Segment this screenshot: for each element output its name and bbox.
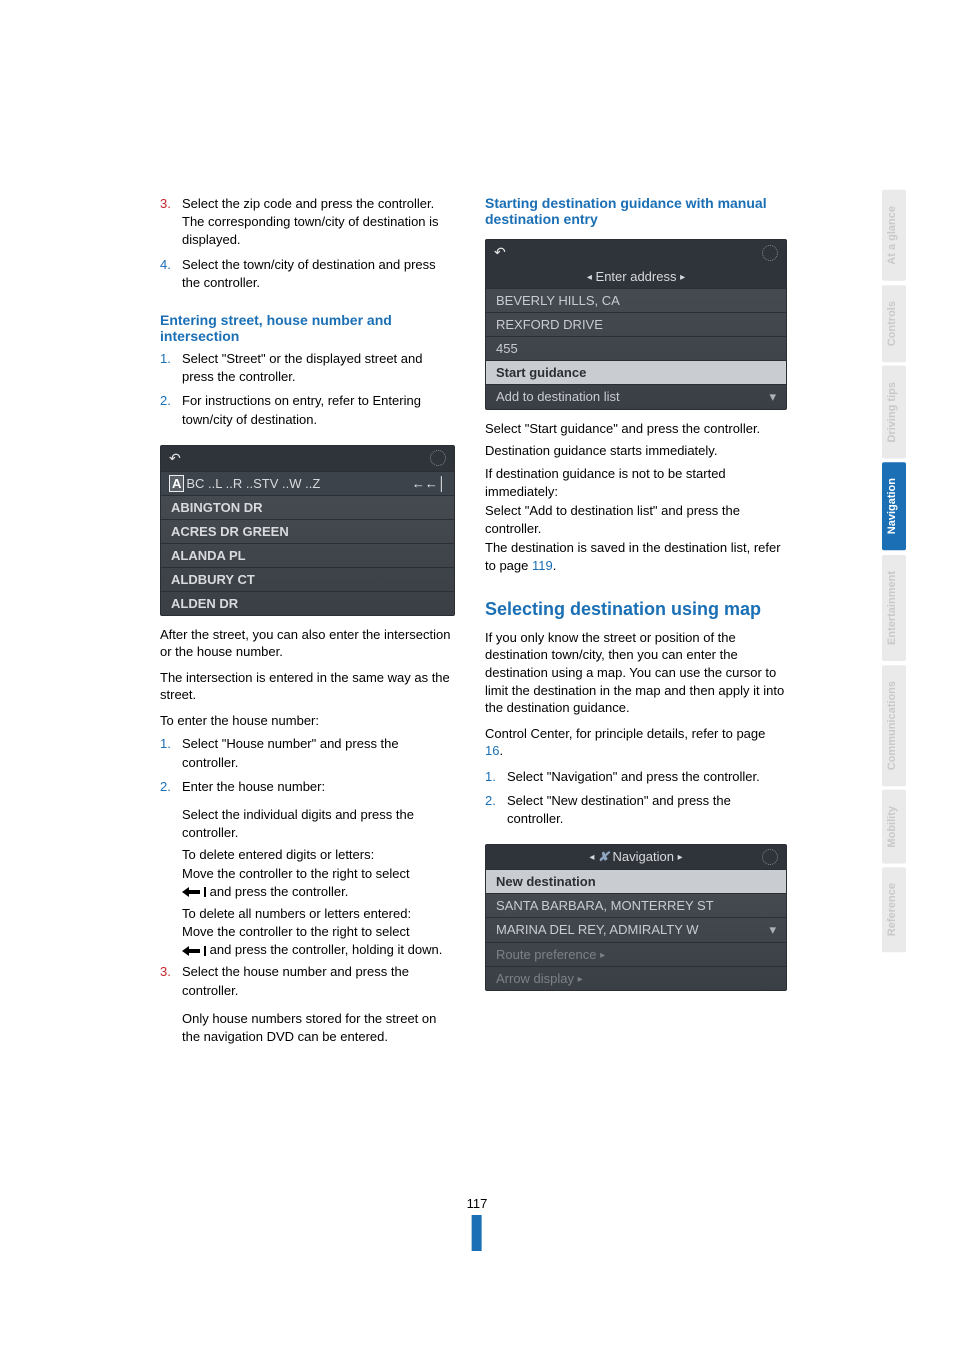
back-icon: ↶ xyxy=(494,244,510,261)
page-link[interactable]: 16 xyxy=(485,743,499,758)
delete-arrow-icon xyxy=(182,946,206,956)
page-footer: 117 xyxy=(467,1196,488,1251)
paragraph: After the street, you can also enter the… xyxy=(160,626,455,661)
house-number-steps: 1. Select "House number" and press the c… xyxy=(160,735,455,802)
paragraph: Select "Add to destination list" and pre… xyxy=(485,502,787,537)
step-text: Enter the house number: xyxy=(182,778,455,796)
text: The destination is saved in the destinat… xyxy=(485,540,781,573)
list-row: BEVERLY HILLS, CA xyxy=(486,288,786,312)
page-link[interactable]: 119 xyxy=(532,558,553,573)
page-number: 117 xyxy=(467,1196,488,1211)
step-number: 4. xyxy=(160,256,182,292)
dim-row: Arrow display ▸ xyxy=(486,966,786,990)
character-bar: ABC ..L ..R ..STV ..W ..Z ←│ xyxy=(161,471,454,495)
step-text: Select the house number and press the co… xyxy=(182,963,455,999)
list-row: MARINA DEL REY, ADMIRALTY W▾ xyxy=(486,917,786,942)
corner-icon xyxy=(762,245,778,261)
step-number: 2. xyxy=(160,392,182,428)
zip-steps-list: 3. Select the zip code and press the con… xyxy=(160,195,455,298)
left-column: 3. Select the zip code and press the con… xyxy=(160,195,455,1291)
sub-step: To delete all numbers or letters entered… xyxy=(182,905,455,960)
heading-start-guidance: Starting destination guidance with manua… xyxy=(485,195,787,227)
screenshot-street-speller: ↶ ABC ..L ..R ..STV ..W ..Z ←│ ABINGTON … xyxy=(160,445,455,616)
list-row: ALDBURY CT xyxy=(161,567,454,591)
char-sequence: BC ..L ..R ..STV ..W ..Z xyxy=(186,476,320,491)
step-number: 1. xyxy=(160,350,182,386)
step-text: Select "Navigation" and press the contro… xyxy=(507,768,787,786)
text: and press the controller, holding it dow… xyxy=(206,942,442,957)
text: To delete entered digits or letters: Mov… xyxy=(182,847,410,880)
sub-step: To delete entered digits or letters: Mov… xyxy=(182,846,455,901)
step-text: Select "Street" or the displayed street … xyxy=(182,350,455,386)
step-text: Select the town/city of destination and … xyxy=(182,256,455,292)
screenshot-navigation-menu: ↶ ◂ ✘ Navigation ▸ New destination SANTA… xyxy=(485,844,787,991)
step-number: 1. xyxy=(485,768,507,786)
corner-icon xyxy=(430,450,446,466)
paragraph: Destination guidance starts immediately. xyxy=(485,442,787,460)
street-steps-list: 1. Select "Street" or the displayed stre… xyxy=(160,350,455,435)
paragraph: The intersection is entered in the same … xyxy=(160,669,455,704)
nav-icon: ✘ xyxy=(598,849,609,864)
selected-letter: A xyxy=(169,475,184,492)
step-number: 2. xyxy=(160,778,182,796)
step-number: 3. xyxy=(160,195,182,250)
note: Only house numbers stored for the street… xyxy=(182,1010,455,1046)
text: Control Center, for principle details, r… xyxy=(485,726,765,741)
sub-step: Select the individual digits and press t… xyxy=(182,806,455,842)
list-row: SANTA BARBARA, MONTERREY ST xyxy=(486,893,786,917)
list-row: ALANDA PL xyxy=(161,543,454,567)
screen-title: ◂ Enter address ▸ xyxy=(486,265,786,288)
step-text: Select "New destination" and press the c… xyxy=(507,792,787,828)
step-text: Select "House number" and press the cont… xyxy=(182,735,455,771)
map-steps-list: 1. Select "Navigation" and press the con… xyxy=(485,768,787,835)
screen-title: Navigation xyxy=(613,849,674,864)
footer-bar xyxy=(472,1215,482,1251)
delete-arrow-icon xyxy=(182,887,206,897)
step-text: Select the zip code and press the contro… xyxy=(182,195,455,250)
paragraph: To enter the house number: xyxy=(160,712,455,730)
house-number-step3: 3. Select the house number and press the… xyxy=(160,963,455,1005)
list-row: ABINGTON DR xyxy=(161,495,454,519)
text: . xyxy=(499,743,503,758)
text: To delete all numbers or letters entered… xyxy=(182,906,411,939)
dim-row: Route preference ▸ xyxy=(486,942,786,966)
paragraph: Select "Start guidance" and press the co… xyxy=(485,420,787,438)
back-icon: ↶ xyxy=(169,450,185,467)
delete-icon: ←│ xyxy=(412,476,446,491)
step-text: For instructions on entry, refer to Ente… xyxy=(182,392,455,428)
paragraph: The destination is saved in the destinat… xyxy=(485,539,787,574)
corner-icon xyxy=(762,849,778,865)
list-row: ACRES DR GREEN xyxy=(161,519,454,543)
list-row: 455 xyxy=(486,336,786,360)
heading-selecting-dest-map: Selecting destination using map xyxy=(485,598,787,621)
highlight-row: Start guidance xyxy=(486,360,786,384)
right-column: Starting destination guidance with manua… xyxy=(485,195,787,1291)
text: . xyxy=(553,558,557,573)
highlight-row: New destination xyxy=(486,869,786,893)
paragraph: Control Center, for principle details, r… xyxy=(485,725,787,760)
screenshot-enter-address: ↶ ◂ Enter address ▸ BEVERLY HILLS, CA RE… xyxy=(485,239,787,410)
heading-entering-street: Entering street, house number and inters… xyxy=(160,312,455,344)
list-row: Add to destination list▾ xyxy=(486,384,786,409)
paragraph: If you only know the street or position … xyxy=(485,629,787,717)
list-row: REXFORD DRIVE xyxy=(486,312,786,336)
step-number: 3. xyxy=(160,963,182,999)
step-number: 1. xyxy=(160,735,182,771)
text: and press the controller. xyxy=(206,884,348,899)
step-number: 2. xyxy=(485,792,507,828)
paragraph: If destination guidance is not to be sta… xyxy=(485,465,787,500)
list-row: ALDEN DR xyxy=(161,591,454,615)
